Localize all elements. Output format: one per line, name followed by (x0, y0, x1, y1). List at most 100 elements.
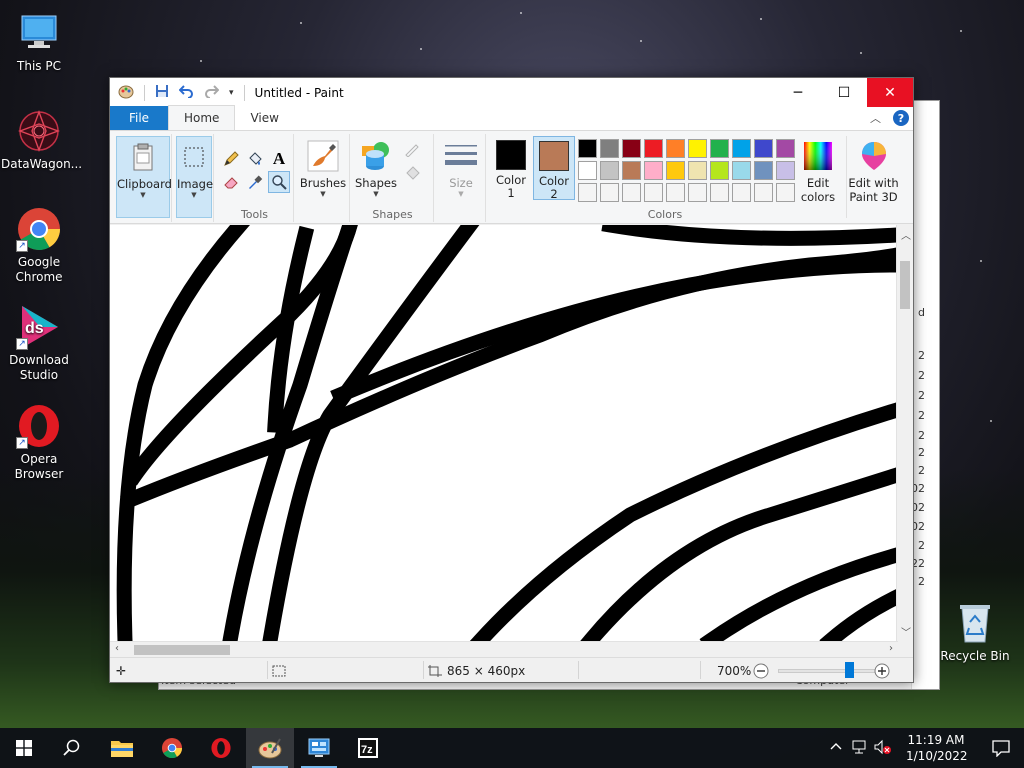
eraser-icon[interactable] (220, 171, 242, 193)
notification-center-icon[interactable] (992, 739, 1010, 760)
desktop-icon-datawagon[interactable]: DataWagon... (1, 108, 82, 172)
palette-swatch[interactable] (710, 139, 729, 158)
minimize-button[interactable]: ─ (775, 78, 821, 107)
palette-swatch[interactable] (754, 139, 773, 158)
taskbar-7zip[interactable]: 7z (344, 728, 392, 768)
taskbar-paint[interactable] (246, 728, 294, 768)
zoom-in-button[interactable] (874, 658, 890, 683)
network-icon[interactable] (850, 739, 868, 758)
palette-swatch[interactable] (710, 161, 729, 180)
help-icon[interactable]: ? (893, 110, 909, 126)
desktop-icon-this-pc[interactable]: This PC (1, 10, 77, 74)
palette-swatch[interactable] (578, 183, 597, 202)
palette-swatch[interactable] (600, 183, 619, 202)
zoom-slider-thumb[interactable] (845, 661, 855, 678)
palette-swatch[interactable] (754, 161, 773, 180)
undo-icon[interactable] (178, 84, 194, 101)
start-button[interactable] (0, 728, 48, 768)
color1-button[interactable]: Color 1 (490, 136, 532, 200)
clipboard-button[interactable]: Clipboard ▼ (116, 136, 172, 218)
outline-icon[interactable] (402, 138, 424, 160)
zoom-out-button[interactable] (753, 658, 769, 683)
canvas-dimensions-text: 865 × 460px (447, 663, 526, 678)
palette-swatch[interactable] (600, 161, 619, 180)
color-picker-icon[interactable] (244, 171, 266, 193)
show-hidden-icons-chevron-icon[interactable] (830, 740, 842, 755)
palette-swatch[interactable] (688, 139, 707, 158)
palette-swatch[interactable] (688, 183, 707, 202)
taskbar-control-panel[interactable] (295, 728, 343, 768)
datawagon-icon (16, 108, 62, 154)
horizontal-scrollbar[interactable]: ‹ › (110, 641, 898, 658)
palette-swatch[interactable] (666, 183, 685, 202)
palette-swatch[interactable] (732, 183, 751, 202)
title-bar[interactable]: ▾ Untitled - Paint ─ ☐ ✕ (110, 78, 913, 107)
maximize-button[interactable]: ☐ (821, 78, 867, 107)
fill-bucket-icon[interactable] (244, 148, 266, 170)
palette-swatch[interactable] (622, 139, 641, 158)
shapes-button[interactable]: Shapes ▼ (354, 136, 398, 218)
palette-swatch[interactable] (732, 161, 751, 180)
opera-icon: ↗ (16, 403, 62, 449)
palette-swatch[interactable] (622, 161, 641, 180)
palette-swatch[interactable] (644, 139, 663, 158)
group-size: Size ▼ (436, 134, 486, 222)
search-button[interactable] (48, 728, 96, 768)
horizontal-scroll-thumb[interactable] (134, 645, 230, 655)
tab-view[interactable]: View (235, 106, 293, 130)
palette-swatch[interactable] (710, 183, 729, 202)
collapse-ribbon-icon[interactable]: ︿ (870, 110, 881, 126)
customize-qat-icon[interactable]: ▾ (229, 88, 234, 98)
palette-swatch[interactable] (688, 161, 707, 180)
paint-icon (258, 738, 282, 759)
palette-swatch[interactable] (776, 139, 795, 158)
magnifier-icon[interactable] (268, 171, 290, 193)
palette-swatch[interactable] (578, 139, 597, 158)
palette-swatch[interactable] (776, 161, 795, 180)
palette-swatch[interactable] (578, 161, 597, 180)
palette-swatch[interactable] (776, 183, 795, 202)
clock[interactable]: 11:19 AM 1/10/2022 (906, 732, 968, 764)
save-icon[interactable] (155, 84, 169, 101)
fill-icon[interactable] (402, 162, 424, 184)
vertical-scroll-thumb[interactable] (900, 261, 910, 309)
edit-colors-button[interactable]: Edit colors (796, 136, 840, 218)
palette-swatch[interactable] (622, 183, 641, 202)
taskbar-file-explorer[interactable] (98, 728, 146, 768)
zoom-slider[interactable] (778, 658, 878, 683)
drawing-canvas[interactable] (110, 225, 897, 641)
color2-button[interactable]: Color 2 (533, 136, 575, 201)
image-button[interactable]: Image ▼ (176, 136, 213, 218)
palette-swatch[interactable] (732, 139, 751, 158)
rainbow-palette-icon (802, 140, 834, 172)
shapes-label: Shapes (354, 176, 397, 190)
paint-window[interactable]: ▾ Untitled - Paint ─ ☐ ✕ File Home View … (109, 77, 914, 683)
close-button[interactable]: ✕ (867, 78, 913, 107)
desktop-icon-label: Download Studio (9, 353, 69, 382)
shapes-group-label: Shapes (372, 208, 413, 221)
paint-app-icon[interactable] (118, 83, 134, 102)
desktop-icon-download-studio[interactable]: ds ↗ Download Studio (1, 304, 77, 383)
palette-swatch[interactable] (754, 183, 773, 202)
desktop-icon-recycle-bin[interactable]: Recycle Bin (937, 600, 1013, 664)
desktop-icon-opera[interactable]: ↗ Opera Browser (1, 403, 77, 482)
taskbar-opera[interactable] (197, 728, 245, 768)
vertical-scrollbar[interactable]: ︿ ﹀ (896, 225, 913, 641)
brushes-button[interactable]: Brushes ▼ (298, 136, 348, 218)
volume-muted-icon[interactable] (874, 739, 892, 758)
size-button[interactable]: Size ▼ (438, 136, 484, 218)
palette-swatch[interactable] (644, 161, 663, 180)
text-fragment: 2 (918, 389, 925, 402)
tab-file[interactable]: File (110, 106, 168, 130)
tab-home[interactable]: Home (168, 105, 236, 130)
palette-swatch[interactable] (600, 139, 619, 158)
palette-swatch[interactable] (666, 139, 685, 158)
desktop-icon-google-chrome[interactable]: ↗ Google Chrome (1, 206, 77, 285)
taskbar-chrome[interactable] (148, 728, 196, 768)
pencil-icon[interactable] (220, 148, 242, 170)
edit-with-paint3d-button[interactable]: Edit with Paint 3D (846, 136, 900, 218)
palette-swatch[interactable] (666, 161, 685, 180)
text-tool-icon[interactable]: A (268, 148, 290, 170)
redo-icon[interactable] (204, 84, 220, 101)
palette-swatch[interactable] (644, 183, 663, 202)
